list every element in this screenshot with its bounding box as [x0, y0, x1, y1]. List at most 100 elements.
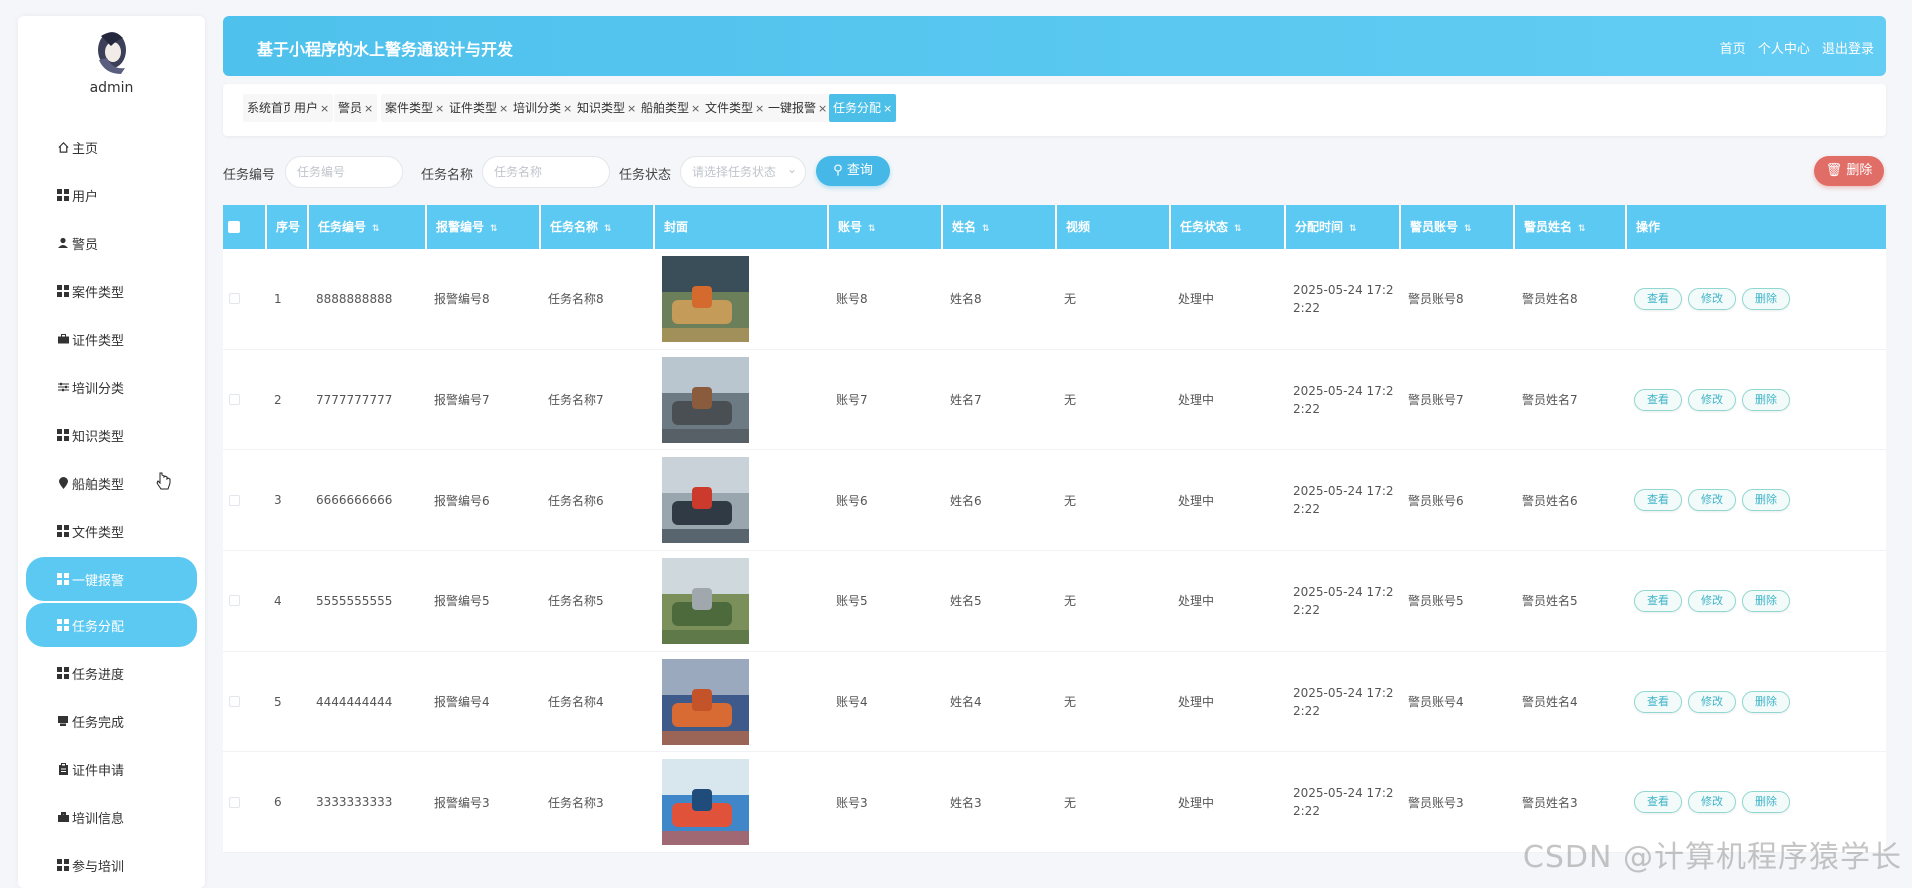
sort-icon[interactable]: ⇅: [604, 224, 612, 234]
sidebar-item-2[interactable]: 警员: [18, 219, 205, 267]
cover-image[interactable]: [662, 759, 749, 846]
delete-button[interactable]: 删除: [1742, 489, 1790, 512]
sidebar-item-15[interactable]: 参与培训: [18, 841, 205, 888]
edit-button[interactable]: 修改: [1688, 690, 1736, 713]
edit-button[interactable]: 修改: [1688, 388, 1736, 411]
column-header-1[interactable]: 任务编号 ⇅: [307, 205, 425, 249]
sidebar-item-1[interactable]: 用户: [18, 171, 205, 219]
task-status-select[interactable]: 请选择任务状态: [680, 154, 806, 188]
tab-8[interactable]: 文件类型 ×: [701, 94, 769, 122]
row-checkbox[interactable]: [229, 494, 240, 506]
sliders-icon: [56, 381, 70, 393]
tab-2[interactable]: 警员 ×: [334, 94, 378, 122]
sidebar-item-4[interactable]: 证件类型: [18, 315, 205, 363]
sidebar-item-6[interactable]: 知识类型: [18, 411, 205, 459]
column-header-10[interactable]: 警员账号 ⇅: [1399, 205, 1513, 249]
row-checkbox[interactable]: [229, 394, 240, 406]
tab-6[interactable]: 知识类型 ×: [573, 94, 641, 122]
home-link[interactable]: 首页: [1720, 42, 1746, 57]
close-icon[interactable]: ×: [627, 102, 636, 115]
view-button[interactable]: 查看: [1634, 489, 1682, 512]
close-icon[interactable]: ×: [563, 102, 572, 115]
row-checkbox[interactable]: [229, 595, 240, 607]
close-icon[interactable]: ×: [435, 102, 444, 115]
sort-icon[interactable]: ⇅: [868, 224, 876, 234]
sidebar-item-14[interactable]: 培训信息: [18, 793, 205, 841]
task-name-input[interactable]: 任务名称: [482, 156, 610, 188]
delete-button[interactable]: 删除: [1742, 690, 1790, 713]
sort-icon[interactable]: ⇅: [982, 224, 990, 234]
view-button[interactable]: 查看: [1634, 791, 1682, 814]
sidebar-item-11[interactable]: 任务进度: [18, 649, 205, 697]
edit-button[interactable]: 修改: [1688, 791, 1736, 814]
column-header-6[interactable]: 姓名 ⇅: [941, 205, 1055, 249]
cover-image[interactable]: [662, 356, 749, 443]
view-button[interactable]: 查看: [1634, 388, 1682, 411]
query-button[interactable]: ⚲ 查询: [816, 156, 890, 186]
sort-icon[interactable]: ⇅: [1464, 224, 1472, 234]
sidebar-item-3[interactable]: 案件类型: [18, 267, 205, 315]
close-icon[interactable]: ×: [691, 102, 700, 115]
tab-9[interactable]: 一键报警 ×: [764, 94, 832, 122]
sidebar-item-0[interactable]: 主页: [18, 123, 205, 171]
cover-image[interactable]: [662, 457, 749, 544]
close-icon[interactable]: ×: [499, 102, 508, 115]
column-header-8[interactable]: 任务状态 ⇅: [1169, 205, 1284, 249]
select-all-checkbox[interactable]: [228, 221, 240, 233]
batch-delete-button[interactable]: 🗑 删除: [1814, 156, 1884, 186]
tab-5[interactable]: 培训分类 ×: [509, 94, 577, 122]
avatar[interactable]: [91, 30, 131, 76]
column-header-11[interactable]: 警员姓名 ⇅: [1513, 205, 1625, 249]
row-checkbox[interactable]: [229, 293, 240, 305]
view-button[interactable]: 查看: [1634, 589, 1682, 612]
tab-7[interactable]: 船舶类型 ×: [637, 94, 705, 122]
sidebar-item-10[interactable]: 任务分配: [26, 603, 197, 647]
sort-icon[interactable]: ⇅: [490, 224, 498, 234]
sidebar-item-label: 证件申请: [72, 763, 125, 779]
sidebar-item-label: 参与培训: [72, 859, 125, 875]
column-header-5[interactable]: 账号 ⇅: [827, 205, 941, 249]
sidebar-item-8[interactable]: 文件类型: [18, 507, 205, 555]
sidebar-item-9[interactable]: 一键报警: [26, 557, 197, 601]
column-header-9[interactable]: 分配时间 ⇅: [1284, 205, 1399, 249]
sidebar-item-7[interactable]: 船舶类型: [18, 459, 205, 507]
delete-button[interactable]: 删除: [1742, 589, 1790, 612]
delete-button[interactable]: 删除: [1742, 791, 1790, 814]
logout-link[interactable]: 退出登录: [1822, 42, 1874, 57]
delete-button[interactable]: 删除: [1742, 388, 1790, 411]
row-checkbox-cell: [223, 350, 265, 450]
edit-button[interactable]: 修改: [1688, 287, 1736, 310]
column-header-2[interactable]: 报警编号 ⇅: [425, 205, 539, 249]
close-icon[interactable]: ×: [364, 102, 373, 115]
row-checkbox[interactable]: [229, 696, 240, 708]
sort-icon[interactable]: ⇅: [372, 224, 380, 234]
tab-4[interactable]: 证件类型 ×: [445, 94, 513, 122]
sort-icon[interactable]: ⇅: [1234, 224, 1242, 234]
sidebar-item-12[interactable]: 任务完成: [18, 697, 205, 745]
close-icon[interactable]: ×: [818, 102, 827, 115]
tab-3[interactable]: 案件类型 ×: [381, 94, 449, 122]
close-icon[interactable]: ×: [755, 102, 764, 115]
sidebar-item-label: 知识类型: [72, 429, 125, 445]
view-button[interactable]: 查看: [1634, 287, 1682, 310]
sort-icon[interactable]: ⇅: [1349, 224, 1357, 234]
edit-button[interactable]: 修改: [1688, 589, 1736, 612]
close-icon[interactable]: ×: [320, 102, 329, 115]
close-icon[interactable]: ×: [883, 102, 892, 115]
task-no-input[interactable]: 任务编号: [285, 156, 403, 188]
row-checkbox[interactable]: [229, 796, 240, 808]
sidebar-item-5[interactable]: 培训分类: [18, 363, 205, 411]
profile-link[interactable]: 个人中心: [1758, 42, 1810, 57]
sidebar: admin 主页 用户 警员 案件类型 证件类型 培训分类 知识类型 船舶类型 文件类型 一键报警…: [18, 16, 205, 888]
cover-image[interactable]: [662, 557, 749, 644]
edit-button[interactable]: 修改: [1688, 489, 1736, 512]
view-button[interactable]: 查看: [1634, 690, 1682, 713]
delete-button[interactable]: 删除: [1742, 287, 1790, 310]
sidebar-item-13[interactable]: 证件申请: [18, 745, 205, 793]
tab-10[interactable]: 任务分配 ×: [829, 94, 897, 122]
cover-image[interactable]: [662, 255, 749, 342]
tab-1[interactable]: 用户 ×: [290, 94, 334, 122]
cover-image[interactable]: [662, 658, 749, 745]
column-header-3[interactable]: 任务名称 ⇅: [539, 205, 653, 249]
sort-icon[interactable]: ⇅: [1578, 224, 1586, 234]
